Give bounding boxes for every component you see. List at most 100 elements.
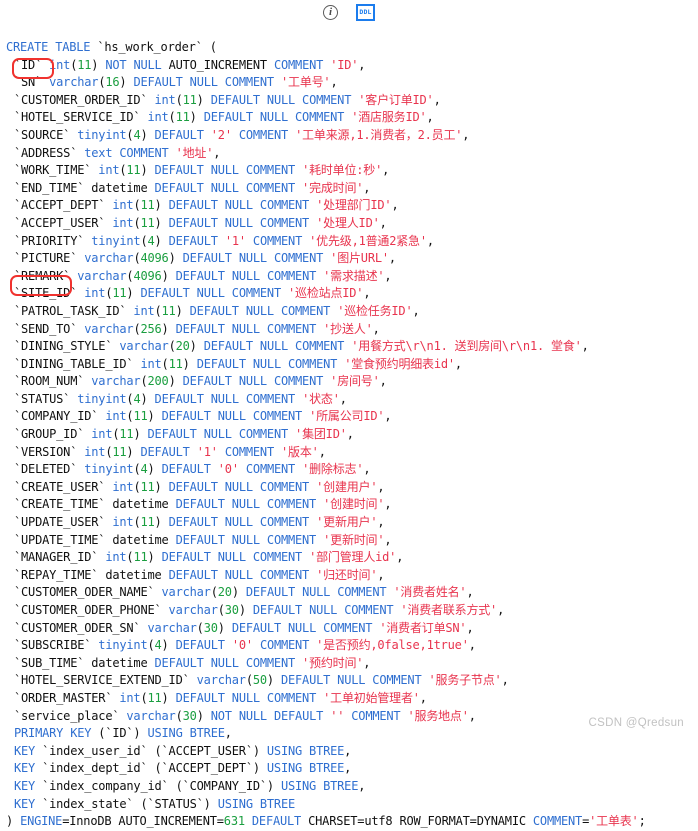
code-token-str: '归还时间' xyxy=(316,567,378,582)
code-line: `HOTEL_SERVICE_EXTEND_ID` varchar(50) DE… xyxy=(6,672,698,690)
code-token-id: `GROUP_ID` xyxy=(14,427,92,442)
code-token-typ: int xyxy=(84,444,106,459)
code-token-str: '工单初始管理者' xyxy=(323,690,420,705)
code-token-typ: int xyxy=(91,427,113,442)
code-token-punc xyxy=(295,656,302,670)
code-token-punc xyxy=(253,638,260,652)
code-token-punc: ( xyxy=(175,92,183,107)
code-token-str: '消费者订单SN' xyxy=(379,620,467,635)
code-token-kw: DEFAULT NULL COMMENT xyxy=(231,620,373,635)
code-token-id: `index_dept_id` (`ACCEPT_DEPT`) xyxy=(35,761,267,776)
code-token-punc: , xyxy=(213,145,221,160)
code-token-typ: varchar xyxy=(119,339,169,354)
code-token-typ: int xyxy=(133,303,155,318)
code-token-num: 30 xyxy=(182,708,197,723)
code-token-kw: DEFAULT NULL COMMENT xyxy=(168,198,310,213)
sql-ddl-code-view[interactable]: CREATE TABLE `hs_work_order` (`ID` int(1… xyxy=(0,23,698,831)
code-token-punc xyxy=(218,234,225,248)
code-token-punc: ) xyxy=(133,427,148,442)
code-token-num: 11 xyxy=(140,215,155,230)
code-token-punc: , xyxy=(396,550,404,565)
code-line: `CREATE_TIME` datetime DEFAULT NULL COMM… xyxy=(6,496,698,514)
code-token-punc: ) xyxy=(266,673,281,688)
code-token-typ: text xyxy=(84,145,113,160)
code-token-punc: , xyxy=(382,163,390,178)
code-token-id: `index_state` (`STATUS`) xyxy=(35,796,218,811)
code-token-id: `SUB_TIME` xyxy=(14,655,92,670)
code-token-punc: ) xyxy=(161,321,176,336)
code-line: `ORDER_MASTER` int(11) DEFAULT NULL COMM… xyxy=(6,690,698,708)
code-token-str: '巡检任务ID' xyxy=(337,303,413,318)
code-token-num: 11 xyxy=(133,550,148,565)
code-token-num: 11 xyxy=(77,57,92,72)
code-token-kw: DEFAULT NULL COMMENT xyxy=(168,515,310,530)
code-token-typ: int xyxy=(147,110,169,125)
code-token-kw: DEFAULT NULL COMMENT xyxy=(133,75,274,90)
code-line: `SUBSCRIBE` tinyint(4) DEFAULT '0' COMME… xyxy=(6,637,698,655)
code-token-str: '酒店服务ID' xyxy=(351,110,427,125)
code-token-id: `DINING_STYLE` xyxy=(14,339,120,354)
code-token-punc: , xyxy=(501,673,509,688)
code-token-kw: DEFAULT xyxy=(168,233,218,248)
code-token-punc: ( xyxy=(154,303,162,318)
info-circle-icon[interactable]: i xyxy=(323,4,338,20)
code-token-punc xyxy=(169,533,176,547)
code-token-punc: , xyxy=(391,198,399,213)
code-token-kw: DEFAULT NULL COMMENT xyxy=(210,92,352,107)
code-line: `UPDATE_TIME` datetime DEFAULT NULL COMM… xyxy=(6,532,698,550)
code-token-kw: DEFAULT NULL COMMENT xyxy=(161,550,303,565)
code-token-str: '部门管理人id' xyxy=(309,550,397,565)
ddl-button-icon[interactable]: DDL xyxy=(356,3,375,21)
code-token-punc: , xyxy=(318,444,326,459)
code-token-kw: DEFAULT xyxy=(154,127,204,142)
code-token-id: `ORDER_MASTER` xyxy=(14,690,120,705)
code-token-kw: KEY xyxy=(14,743,36,758)
code-token-kw: KEY xyxy=(14,796,36,811)
code-token-typ: tinyint xyxy=(98,638,148,653)
code-token-kw: DEFAULT NULL COMMENT xyxy=(175,690,317,705)
code-token-id: `ROOM_NUM` xyxy=(14,374,92,389)
code-token-kw: COMMENT xyxy=(252,233,303,248)
code-token-punc: , xyxy=(330,75,338,90)
code-line: `COMPANY_ID` int(11) DEFAULT NULL COMMEN… xyxy=(6,408,698,426)
code-token-punc: ( xyxy=(147,638,155,653)
code-token-punc: , xyxy=(384,409,392,424)
code-token-str: 'ID' xyxy=(330,57,359,72)
code-token-punc xyxy=(211,462,218,476)
code-token-punc: ) xyxy=(196,708,211,723)
code-token-kw: COMMENT xyxy=(259,638,310,653)
code-token-str: '工单号' xyxy=(281,75,331,90)
code-token-punc: ) xyxy=(168,374,183,389)
code-token-typ: int xyxy=(154,92,176,107)
code-token-id: `VERSION` xyxy=(14,444,85,459)
code-token-punc: , xyxy=(433,92,441,107)
code-token-punc: ) xyxy=(161,268,176,283)
code-token-kw: DEFAULT xyxy=(175,638,225,653)
code-token-str: '完成时间' xyxy=(302,180,364,195)
code-line: `WORK_TIME` int(11) DEFAULT NULL COMMENT… xyxy=(6,162,698,180)
code-token-punc: , xyxy=(339,391,347,406)
code-token-id: `REMARK` xyxy=(14,268,78,283)
sql-code-block[interactable]: CREATE TABLE `hs_work_order` (`ID` int(1… xyxy=(6,39,698,831)
code-token-id: datetime xyxy=(112,532,169,547)
code-token-punc: ) xyxy=(217,620,232,635)
code-token-id: `SN` xyxy=(14,75,50,90)
code-token-str: '所属公司ID' xyxy=(309,409,385,424)
code-token-punc: ( xyxy=(140,374,148,389)
code-token-str: '需求描述' xyxy=(323,268,385,283)
code-token-num: 11 xyxy=(112,444,127,459)
code-token-id: datetime xyxy=(91,180,148,195)
code-token-typ: varchar xyxy=(126,708,176,723)
code-token-num: 11 xyxy=(126,163,141,178)
code-token-typ: varchar xyxy=(91,374,141,389)
code-token-punc: ( xyxy=(196,620,204,635)
code-token-id: `CREATE_USER` xyxy=(14,479,113,494)
code-line: `DINING_TABLE_ID` int(11) DEFAULT NULL C… xyxy=(6,356,698,374)
code-token-punc xyxy=(281,286,288,300)
code-token-num: 631 xyxy=(223,814,245,829)
code-token-punc: , xyxy=(384,497,392,512)
code-token-str: '图片URL' xyxy=(330,251,389,266)
code-line: `HOTEL_SERVICE_ID` int(11) DEFAULT NULL … xyxy=(6,109,698,127)
code-token-num: 11 xyxy=(175,110,190,125)
code-token-id: `CUSTOMER_ODER_SN` xyxy=(14,620,148,635)
